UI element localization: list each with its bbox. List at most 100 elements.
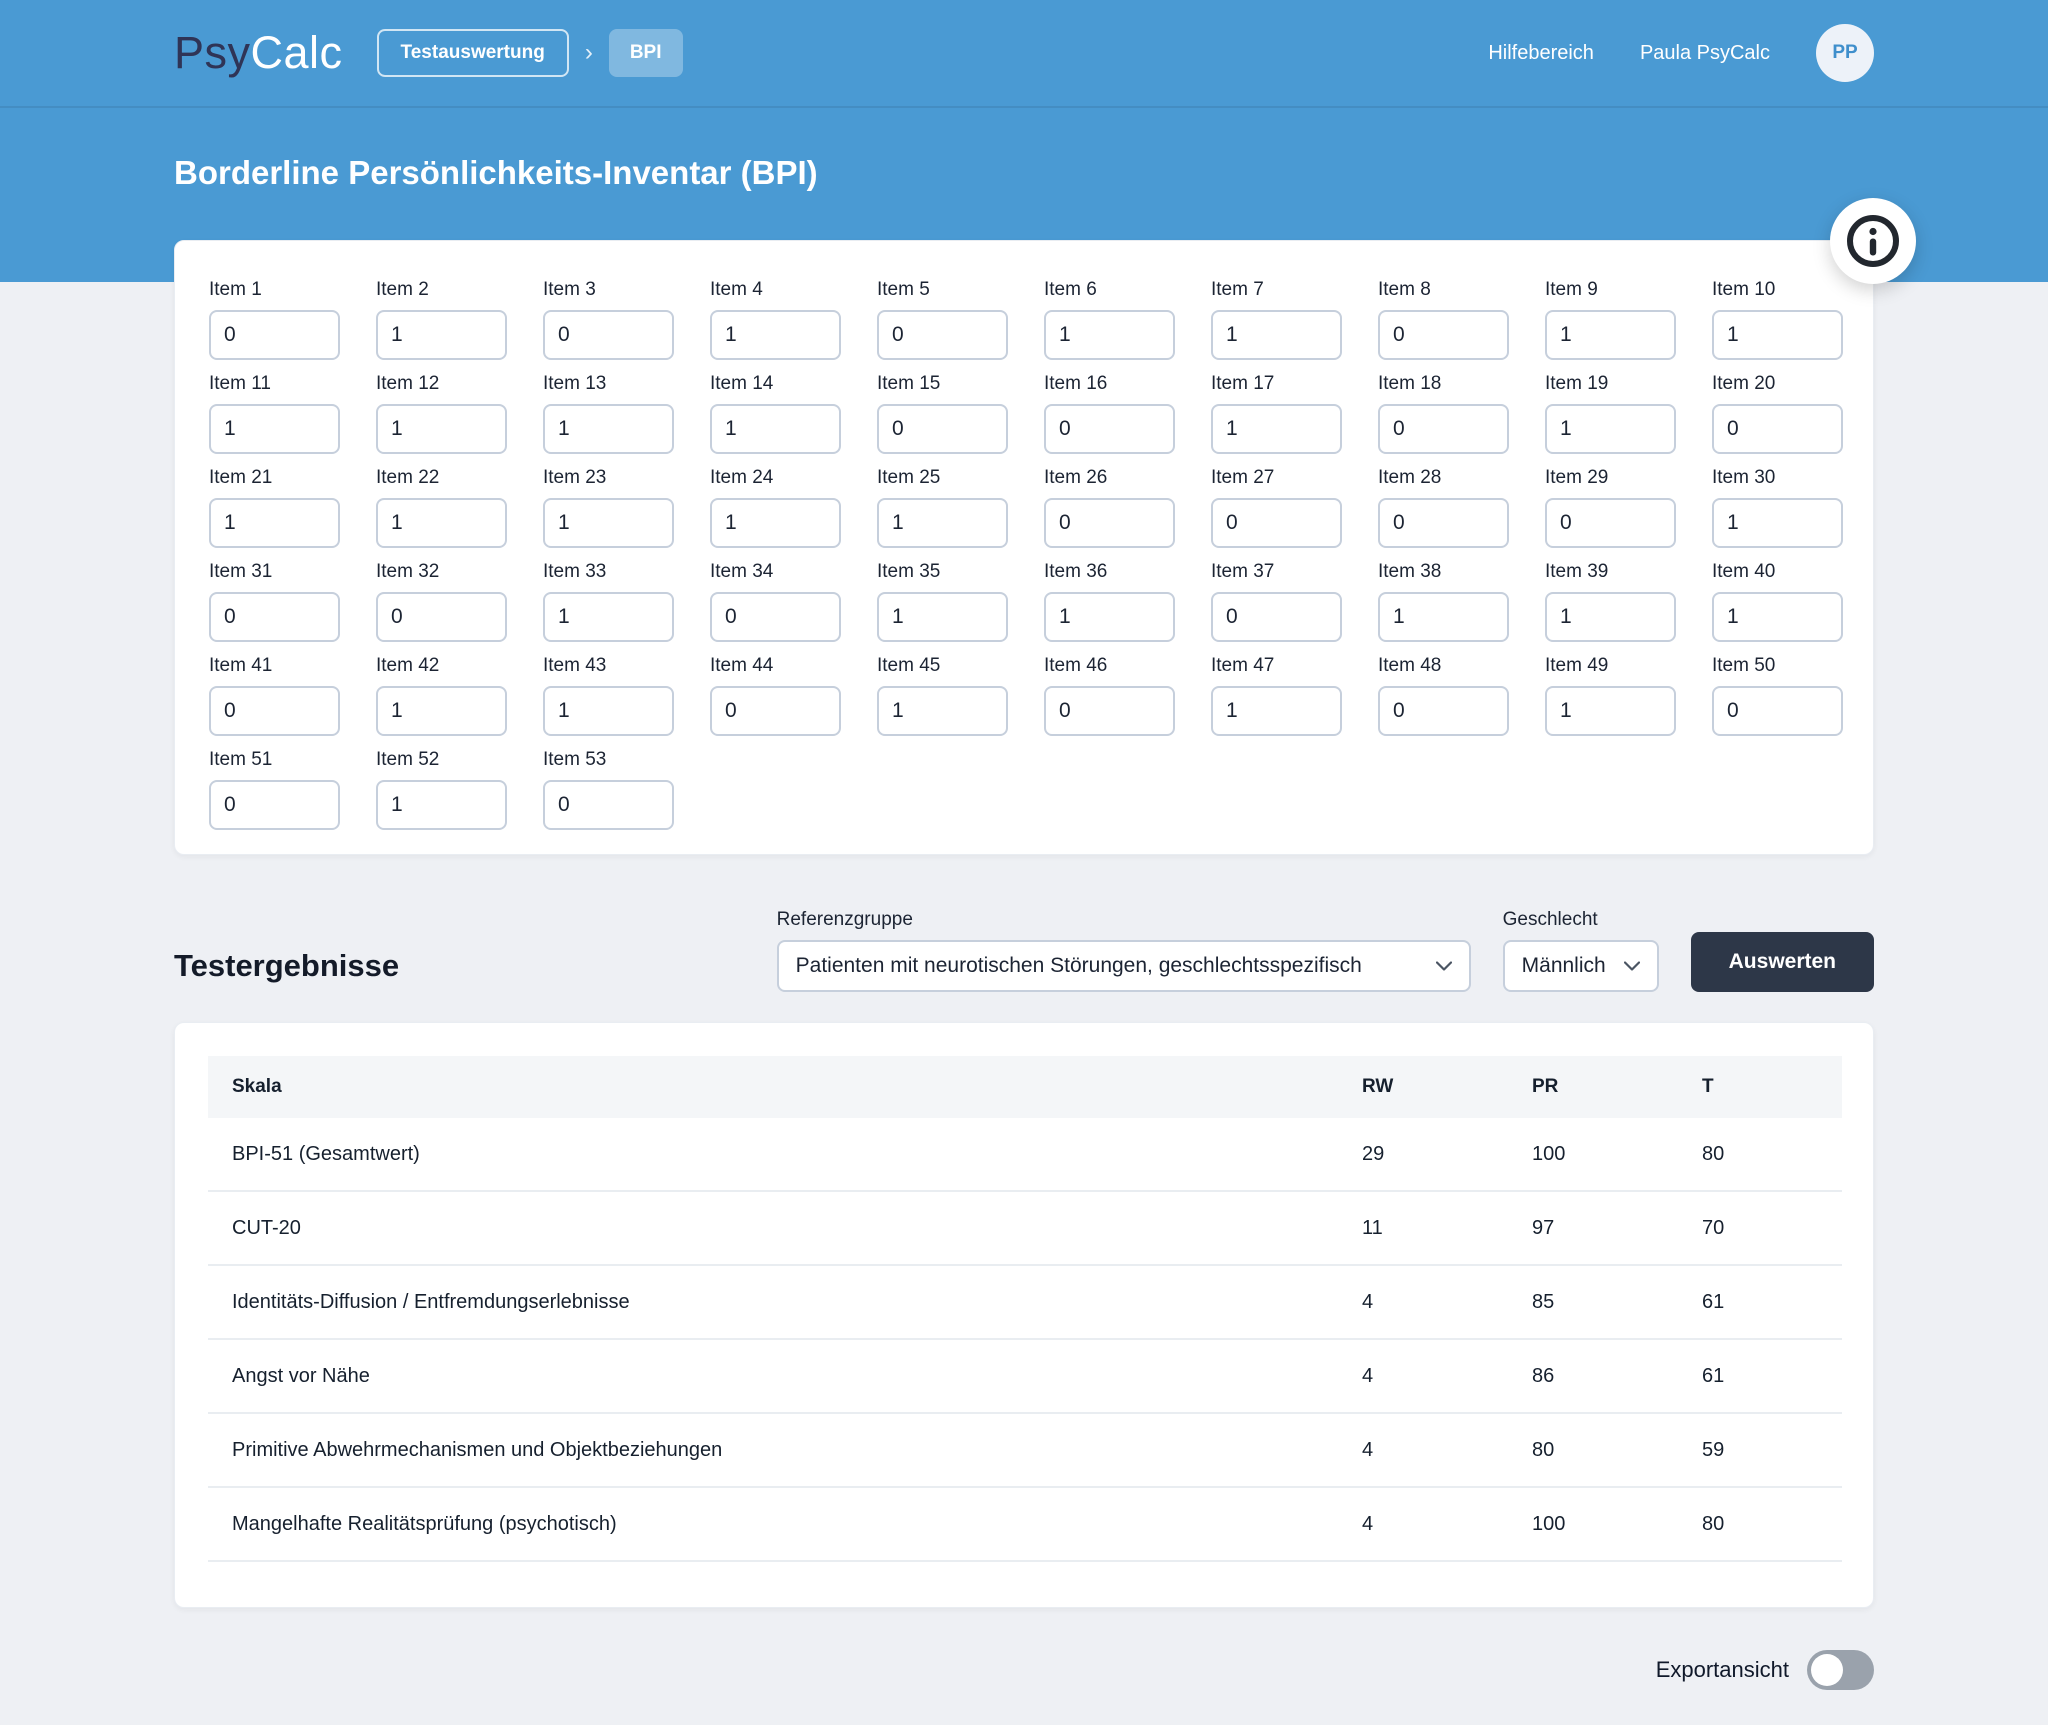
item-value-input[interactable] [1712, 498, 1843, 548]
item-cell: Item 5 [877, 279, 1008, 360]
item-value-input[interactable] [543, 592, 674, 642]
table-body: BPI-51 (Gesamtwert) 29 100 80 CUT-20 11 … [208, 1118, 1842, 1562]
item-value-input[interactable] [543, 780, 674, 830]
item-value-input[interactable] [1044, 686, 1175, 736]
breadcrumb-testauswertung-button[interactable]: Testauswertung [377, 29, 569, 77]
item-value-input[interactable] [877, 686, 1008, 736]
item-value-input[interactable] [710, 498, 841, 548]
item-cell: Item 37 [1211, 561, 1342, 642]
item-cell: Item 50 [1712, 655, 1843, 736]
export-view-label: Exportansicht [1656, 1657, 1789, 1683]
cell-skala: Primitive Abwehrmechanismen und Objektbe… [208, 1439, 1362, 1462]
item-value-input[interactable] [1545, 592, 1676, 642]
item-cell: Item 22 [376, 467, 507, 548]
item-label: Item 40 [1712, 561, 1843, 583]
item-label: Item 47 [1211, 655, 1342, 677]
item-value-input[interactable] [1712, 404, 1843, 454]
item-label: Item 29 [1545, 467, 1676, 489]
item-cell: Item 26 [1044, 467, 1175, 548]
user-name-link[interactable]: Paula PsyCalc [1640, 42, 1770, 65]
item-label: Item 45 [877, 655, 1008, 677]
item-value-input[interactable] [1545, 404, 1676, 454]
item-value-input[interactable] [209, 686, 340, 736]
item-value-input[interactable] [1378, 310, 1509, 360]
item-label: Item 35 [877, 561, 1008, 583]
item-cell: Item 9 [1545, 279, 1676, 360]
item-value-input[interactable] [1211, 686, 1342, 736]
cell-rw: 4 [1362, 1365, 1532, 1388]
item-value-input[interactable] [1378, 686, 1509, 736]
item-value-input[interactable] [1378, 592, 1509, 642]
item-value-input[interactable] [877, 498, 1008, 548]
item-cell: Item 29 [1545, 467, 1676, 548]
reference-group-select[interactable]: Patienten mit neurotischen Störungen, ge… [777, 940, 1471, 992]
table-row: Identitäts-Diffusion / Entfremdungserleb… [208, 1266, 1842, 1340]
info-button[interactable] [1830, 198, 1916, 284]
item-value-input[interactable] [209, 780, 340, 830]
table-row: Primitive Abwehrmechanismen und Objektbe… [208, 1414, 1842, 1488]
item-value-input[interactable] [710, 592, 841, 642]
help-link[interactable]: Hilfebereich [1488, 42, 1594, 65]
item-value-input[interactable] [1378, 404, 1509, 454]
item-value-input[interactable] [1545, 310, 1676, 360]
cell-rw: 11 [1362, 1217, 1532, 1240]
item-value-input[interactable] [1044, 404, 1175, 454]
item-value-input[interactable] [877, 592, 1008, 642]
item-value-input[interactable] [1545, 498, 1676, 548]
item-label: Item 8 [1378, 279, 1509, 301]
item-value-input[interactable] [1712, 686, 1843, 736]
item-label: Item 49 [1545, 655, 1676, 677]
item-cell: Item 49 [1545, 655, 1676, 736]
item-cell: Item 42 [376, 655, 507, 736]
item-value-input[interactable] [1211, 498, 1342, 548]
item-value-input[interactable] [877, 404, 1008, 454]
item-cell: Item 51 [209, 749, 340, 830]
item-value-input[interactable] [376, 498, 507, 548]
item-value-input[interactable] [1545, 686, 1676, 736]
table-row: BPI-51 (Gesamtwert) 29 100 80 [208, 1118, 1842, 1192]
item-cell: Item 53 [543, 749, 674, 830]
item-label: Item 19 [1545, 373, 1676, 395]
item-value-input[interactable] [543, 310, 674, 360]
item-value-input[interactable] [1712, 310, 1843, 360]
item-value-input[interactable] [376, 686, 507, 736]
evaluate-button[interactable]: Auswerten [1691, 932, 1874, 992]
cell-t: 61 [1702, 1365, 1842, 1388]
item-value-input[interactable] [1378, 498, 1509, 548]
export-view-toggle[interactable] [1807, 1650, 1874, 1690]
item-value-input[interactable] [209, 592, 340, 642]
app-logo: PsyCalc [174, 27, 343, 79]
item-value-input[interactable] [1211, 310, 1342, 360]
item-value-input[interactable] [376, 310, 507, 360]
cell-pr: 100 [1532, 1143, 1702, 1166]
item-value-input[interactable] [877, 310, 1008, 360]
column-header-skala: Skala [208, 1076, 1362, 1098]
item-value-input[interactable] [1211, 404, 1342, 454]
item-value-input[interactable] [1044, 498, 1175, 548]
gender-select[interactable]: Männlich [1503, 940, 1659, 992]
item-value-input[interactable] [710, 310, 841, 360]
cell-t: 70 [1702, 1217, 1842, 1240]
item-value-input[interactable] [1044, 310, 1175, 360]
avatar[interactable]: PP [1816, 24, 1874, 82]
breadcrumb-bpi-button[interactable]: BPI [609, 29, 683, 77]
item-value-input[interactable] [376, 780, 507, 830]
item-value-input[interactable] [209, 404, 340, 454]
item-value-input[interactable] [710, 686, 841, 736]
item-value-input[interactable] [209, 498, 340, 548]
item-value-input[interactable] [1712, 592, 1843, 642]
item-cell: Item 39 [1545, 561, 1676, 642]
item-value-input[interactable] [543, 404, 674, 454]
item-cell: Item 23 [543, 467, 674, 548]
reference-group-field: Referenzgruppe Patienten mit neurotische… [777, 909, 1471, 992]
item-value-input[interactable] [376, 404, 507, 454]
item-value-input[interactable] [1211, 592, 1342, 642]
item-value-input[interactable] [543, 686, 674, 736]
item-value-input[interactable] [209, 310, 340, 360]
item-value-input[interactable] [376, 592, 507, 642]
item-value-input[interactable] [543, 498, 674, 548]
item-label: Item 46 [1044, 655, 1175, 677]
item-cell: Item 6 [1044, 279, 1175, 360]
item-value-input[interactable] [1044, 592, 1175, 642]
item-value-input[interactable] [710, 404, 841, 454]
